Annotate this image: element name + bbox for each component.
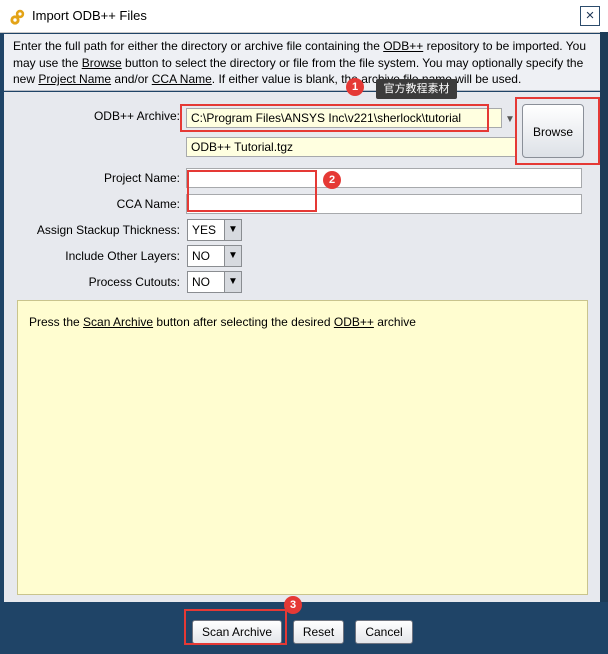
annotation-badge-1: 1 xyxy=(346,78,364,96)
odb-link-notes: ODB++ xyxy=(333,315,374,329)
stackup-value: YES xyxy=(192,223,217,237)
notes-text: Press the Scan Archive button after sele… xyxy=(29,315,416,329)
annotation-badge-2: 2 xyxy=(323,171,341,189)
cca-name-link: CCA Name xyxy=(151,72,212,86)
cutouts-value: NO xyxy=(192,275,210,289)
odb-link: ODB++ xyxy=(383,39,424,53)
close-icon[interactable]: × xyxy=(580,6,600,26)
highlight-scan xyxy=(184,609,287,645)
notes-text-3: archive xyxy=(373,315,416,329)
cutouts-select[interactable]: NO ▼ xyxy=(187,271,242,293)
project-name-label: Project Name: xyxy=(103,171,180,185)
instructions-text: Enter the full path for either the direc… xyxy=(4,34,600,88)
window-edge xyxy=(600,32,608,654)
other-layers-select[interactable]: NO ▼ xyxy=(187,245,242,267)
scan-archive-link: Scan Archive xyxy=(83,315,154,329)
instructions: Enter the full path for either the direc… xyxy=(4,34,600,91)
cca-name-label: CCA Name: xyxy=(116,197,180,211)
gears-icon xyxy=(9,8,27,26)
status-notes: Press the Scan Archive button after sele… xyxy=(17,300,588,595)
title-bar: Import ODB++ Files × xyxy=(0,0,608,33)
desc-text-5: . If either value is blank, the archive … xyxy=(211,72,522,86)
chevron-down-icon[interactable]: ▼ xyxy=(224,220,241,240)
highlight-archive-path xyxy=(180,104,489,132)
cancel-button[interactable]: Cancel xyxy=(355,620,413,644)
notes-text-2: button after selecting the desired xyxy=(153,315,334,329)
window-title: Import ODB++ Files xyxy=(32,8,147,23)
annotation-badge-3: 3 xyxy=(284,596,302,614)
watermark-label: 官方教程素材 xyxy=(376,79,457,99)
chevron-down-icon[interactable]: ▼ xyxy=(224,246,241,266)
reset-button[interactable]: Reset xyxy=(293,620,344,644)
desc-text-1: Enter the full path for either the direc… xyxy=(13,39,384,53)
desc-text-4: and/or xyxy=(111,72,152,86)
notes-text-1: Press the xyxy=(29,315,84,329)
archive-label: ODB++ Archive: xyxy=(93,109,180,123)
stackup-select[interactable]: YES ▼ xyxy=(187,219,242,241)
other-layers-value: NO xyxy=(192,249,210,263)
import-odb-dialog: Import ODB++ Files × Enter the full path… xyxy=(0,0,608,654)
archive-file-field[interactable]: ODB++ Tutorial.tgz xyxy=(186,137,516,157)
project-name-link: Project Name xyxy=(38,72,112,86)
chevron-down-icon[interactable]: ▼ xyxy=(224,272,241,292)
highlight-browse xyxy=(515,97,600,165)
browse-link: Browse xyxy=(81,55,122,70)
highlight-names xyxy=(187,170,317,212)
other-layers-label: Include Other Layers: xyxy=(65,249,180,263)
cutouts-label: Process Cutouts: xyxy=(88,275,180,289)
stackup-label: Assign Stackup Thickness: xyxy=(36,223,180,237)
